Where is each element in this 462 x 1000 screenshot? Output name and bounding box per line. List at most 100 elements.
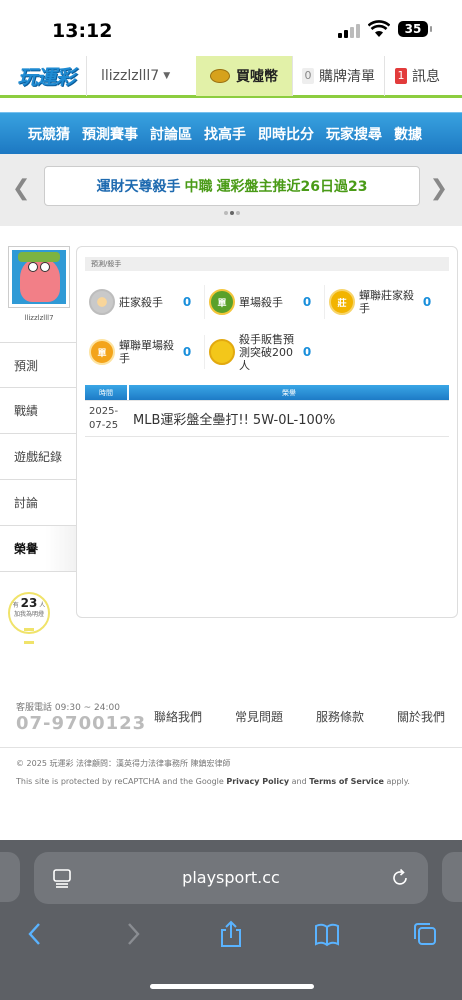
award-label: 單場殺手: [239, 295, 283, 309]
bookmarks-icon[interactable]: [314, 920, 340, 948]
honors-panel: 預測/殺手 莊家殺手 0 單 單場殺手 0 莊 蟬聯莊家殺手 0 單 蟬聯單場殺…: [76, 246, 458, 618]
site-logo[interactable]: 玩運彩: [6, 56, 86, 96]
award-consecutive-single-killer: 單 蟬聯單場殺手 0: [85, 335, 205, 369]
recaptcha-and: and: [291, 777, 307, 786]
footer-link-about[interactable]: 關於我們: [397, 708, 462, 725]
avatar[interactable]: [8, 246, 70, 308]
next-tab-peek[interactable]: [442, 852, 462, 902]
home-indicator: [150, 984, 314, 989]
site-header: 玩運彩 llizzlzlll7 ▼ 買噓幣 0 購牌清單 1 訊息: [0, 55, 462, 98]
column-header-time: 時間: [85, 385, 129, 400]
nav-item-forum[interactable]: 討論區: [138, 124, 192, 144]
follow-lamp-button[interactable]: 有 23 人 加我為明燈: [8, 592, 50, 644]
signal-icon: [338, 24, 360, 38]
award-count: 0: [302, 295, 312, 309]
footer-link-contact[interactable]: 聯絡我們: [154, 708, 235, 725]
back-icon[interactable]: [22, 920, 48, 948]
award-banker-killer: 莊家殺手 0: [85, 285, 205, 319]
browser-chrome: playsport.cc: [0, 840, 462, 1000]
caret-down-icon: ▼: [163, 70, 171, 81]
buy-coins-button[interactable]: 買噓幣: [196, 55, 292, 96]
award-consecutive-banker-killer: 莊 蟬聯莊家殺手 0: [325, 285, 445, 319]
carousel-dots: [224, 211, 240, 215]
column-header-honor: 榮譽: [282, 389, 296, 397]
promo-banner: ❮ 運財天尊殺手 中職 運彩盤主推近26日過23 ❯: [0, 154, 462, 226]
award-count: 0: [302, 345, 312, 359]
reload-icon[interactable]: [390, 868, 410, 888]
privacy-policy-link[interactable]: Privacy Policy: [226, 777, 289, 786]
nav-item-live-scores[interactable]: 即時比分: [246, 124, 314, 144]
award-count: 0: [182, 295, 192, 309]
award-label: 殺手販售預測突破200人: [239, 332, 294, 372]
cart-button[interactable]: 0 購牌清單: [292, 55, 384, 96]
tabs-icon[interactable]: [412, 920, 438, 948]
messages-button[interactable]: 1 訊息: [384, 55, 450, 96]
sidebar-item-discussion[interactable]: 討論: [0, 480, 76, 526]
banner-text-box[interactable]: 運財天尊殺手 中職 運彩盤主推近26日過23: [44, 166, 420, 206]
award-label: 蟬聯單場殺手: [119, 339, 174, 365]
nav-item-predictions[interactable]: 預測賽事: [70, 124, 138, 144]
profile-sidebar: llizzlzlll7 預測 戰績 遊戲紀錄 討論 榮譽 有 23 人 加我為明…: [0, 246, 76, 644]
footer-link-faq[interactable]: 常見問題: [235, 708, 316, 725]
url-text: playsport.cc: [182, 868, 280, 887]
coin-icon: [210, 68, 230, 83]
battery-icon: 35: [398, 21, 432, 37]
award-label: 蟬聯莊家殺手: [359, 289, 414, 315]
cart-count-badge: 0: [302, 67, 314, 84]
follow-count: 23: [20, 596, 38, 610]
green-medal-icon: 單: [209, 289, 235, 315]
follow-prefix: 有: [12, 602, 19, 609]
browser-toolbar: [0, 918, 462, 954]
nav-item-find-experts[interactable]: 找高手: [192, 124, 246, 144]
hotline-number[interactable]: 07-9700123: [16, 713, 146, 734]
buy-coins-label: 買噓幣: [236, 68, 278, 85]
nav-item-play-guess[interactable]: 玩競猜: [0, 124, 70, 144]
copyright-text: © 2025 玩運彩 法律顧問：漢英得力法律事務所 陳鎮宏律師: [16, 759, 231, 768]
sidebar-username: llizzlzlll7: [24, 314, 54, 322]
sidebar-item-record[interactable]: 戰績: [0, 388, 76, 434]
footer-links: 聯絡我們 常見問題 服務條款 關於我們: [154, 708, 462, 725]
previous-tab-peek[interactable]: [0, 852, 20, 902]
terms-of-service-link[interactable]: Terms of Service: [309, 777, 384, 786]
messages-count-badge: 1: [395, 67, 407, 84]
table-row: 2025-07-25 MLB運彩盤全壘打!! 5W-0L-100%: [85, 401, 449, 437]
honor-title: MLB運彩盤全壘打!! 5W-0L-100%: [133, 413, 336, 428]
user-dropdown[interactable]: llizzlzlll7 ▼: [86, 55, 196, 96]
nav-item-player-search[interactable]: 玩家搜尋: [314, 124, 382, 144]
honors-table: 時間 榮譽 2025-07-25 MLB運彩盤全壘打!! 5W-0L-100%: [85, 385, 449, 437]
table-header: 時間 榮譽: [85, 385, 449, 401]
banner-part-2: 中職: [184, 179, 213, 195]
orange-medal-icon: 單: [89, 339, 115, 365]
chevron-left-icon[interactable]: ❮: [12, 176, 30, 201]
sidebar-item-predictions[interactable]: 預測: [0, 342, 76, 388]
footer-link-terms[interactable]: 服務條款: [316, 708, 397, 725]
wifi-icon: [368, 20, 390, 37]
award-count: 0: [182, 345, 192, 359]
sidebar-item-honors[interactable]: 榮譽: [0, 526, 76, 572]
recaptcha-notice: This site is protected by reCAPTCHA and …: [16, 777, 410, 786]
honor-date: 2025-07-25: [89, 405, 119, 431]
nav-item-data[interactable]: 數據: [382, 124, 422, 144]
award-count: 0: [422, 295, 432, 309]
footer: 客服電話 09:30 ~ 24:00 07-9700123 聯絡我們 常見問題 …: [0, 700, 462, 748]
coin-medal-icon: [209, 339, 235, 365]
awards-grid: 莊家殺手 0 單 單場殺手 0 莊 蟬聯莊家殺手 0 單 蟬聯單場殺手 0 殺手…: [85, 277, 449, 377]
award-single-killer: 單 單場殺手 0: [205, 285, 325, 319]
recaptcha-text: This site is protected by reCAPTCHA and …: [16, 777, 224, 786]
messages-label: 訊息: [412, 68, 440, 85]
address-bar[interactable]: playsport.cc: [34, 852, 428, 904]
chevron-right-icon[interactable]: ❯: [430, 176, 448, 201]
forward-icon[interactable]: [120, 920, 146, 948]
award-label: 莊家殺手: [119, 295, 163, 309]
panel-section-tab: 預測/殺手: [85, 257, 449, 271]
sidebar-item-game-history[interactable]: 遊戲紀錄: [0, 434, 76, 480]
share-icon[interactable]: [218, 920, 244, 948]
hotline-label: 客服電話 09:30 ~ 24:00: [16, 703, 120, 713]
username-label: llizzlzlll7: [101, 67, 160, 84]
status-time: 13:12: [52, 20, 113, 42]
banner-part-3: 運彩盤主推近26日過23: [216, 179, 368, 195]
banner-part-1: 運財天尊殺手: [96, 179, 181, 195]
follow-suffix: 加我為明燈: [13, 611, 44, 618]
cart-label: 購牌清單: [319, 68, 375, 85]
silver-medal-icon: [89, 289, 115, 315]
